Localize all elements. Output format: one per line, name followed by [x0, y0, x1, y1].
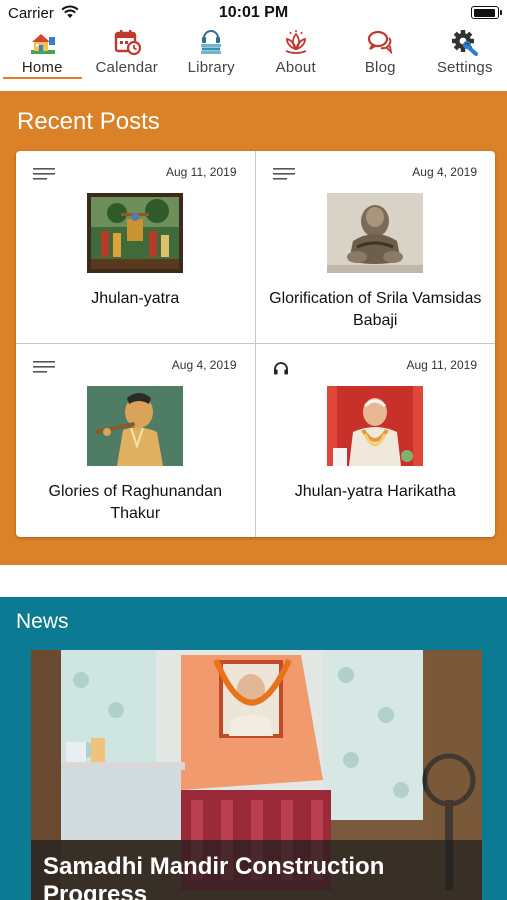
post-title: Glorification of Srila Vamsidas Babaji	[269, 290, 482, 329]
post-thumbnail	[327, 386, 424, 466]
news-title: News	[16, 610, 69, 633]
post-date: Aug 11, 2019	[165, 165, 237, 179]
tab-calendar[interactable]: Calendar	[85, 26, 170, 82]
lotus-icon	[285, 30, 307, 54]
news-card[interactable]: Samadhi Mandir Construction Progress	[31, 650, 482, 900]
post-date: Aug 4, 2019	[171, 358, 237, 372]
post-title: Jhulan-yatra	[91, 290, 180, 307]
headphones-icon	[273, 362, 288, 375]
recent-posts-grid: Aug 11, 2019 Jhulan-yatra Aug 4, 2019 Gl…	[16, 151, 495, 537]
tab-label-calendar: Calendar	[95, 59, 158, 76]
tab-label-about: About	[275, 59, 316, 76]
post-card[interactable]: Aug 4, 2019 Glorification of Srila Vamsi…	[255, 151, 495, 344]
post-card[interactable]: Aug 4, 2019 Glories of Raghunandan Thaku…	[16, 344, 256, 537]
text-lines-icon	[33, 361, 55, 373]
tab-settings[interactable]: Settings	[423, 26, 507, 82]
post-thumbnail	[87, 386, 184, 466]
tab-library[interactable]: Library	[169, 26, 254, 82]
chat-bubble-icon	[368, 30, 393, 55]
post-date: Aug 11, 2019	[406, 358, 477, 372]
recent-posts-title: Recent Posts	[17, 108, 160, 135]
post-title: Glories of Raghunandan Thakur	[48, 483, 222, 522]
library-icon	[201, 30, 222, 54]
post-thumbnail	[87, 193, 184, 273]
tab-label-library: Library	[187, 59, 235, 76]
post-card[interactable]: Aug 11, 2019 Jhulan-yatra Harikatha	[256, 344, 496, 537]
news-caption: Samadhi Mandir Construction Progress	[31, 840, 482, 900]
status-bar: Carrier 10:01 PM	[0, 0, 507, 26]
calendar-icon	[114, 30, 141, 56]
tab-label-home: Home	[21, 59, 63, 76]
home-icon	[31, 34, 56, 54]
status-time: 10:01 PM	[218, 4, 289, 21]
news-item-title: Samadhi Mandir Construction Progress	[43, 853, 385, 900]
tab-bar: Home Calendar Library About Blog Setting…	[0, 26, 507, 82]
battery-icon	[471, 6, 502, 19]
post-thumbnail	[327, 193, 424, 273]
post-date: Aug 4, 2019	[412, 165, 477, 179]
text-lines-icon	[33, 168, 55, 180]
tab-blog[interactable]: Blog	[338, 26, 423, 82]
text-lines-icon	[272, 168, 295, 180]
recent-posts-section: Recent Posts Aug 11, 2019 Jhulan-yatra A…	[0, 91, 507, 565]
tab-label-blog: Blog	[364, 59, 396, 76]
tab-about[interactable]: About	[254, 26, 339, 82]
post-title: Jhulan-yatra Harikatha	[294, 483, 456, 500]
news-section: News Samadhi Mandir Construction Progres…	[0, 597, 507, 900]
tab-home[interactable]: Home	[0, 26, 85, 82]
gear-icon	[451, 30, 478, 56]
post-card[interactable]: Aug 11, 2019 Jhulan-yatra	[16, 151, 256, 344]
tab-label-settings: Settings	[436, 59, 493, 76]
